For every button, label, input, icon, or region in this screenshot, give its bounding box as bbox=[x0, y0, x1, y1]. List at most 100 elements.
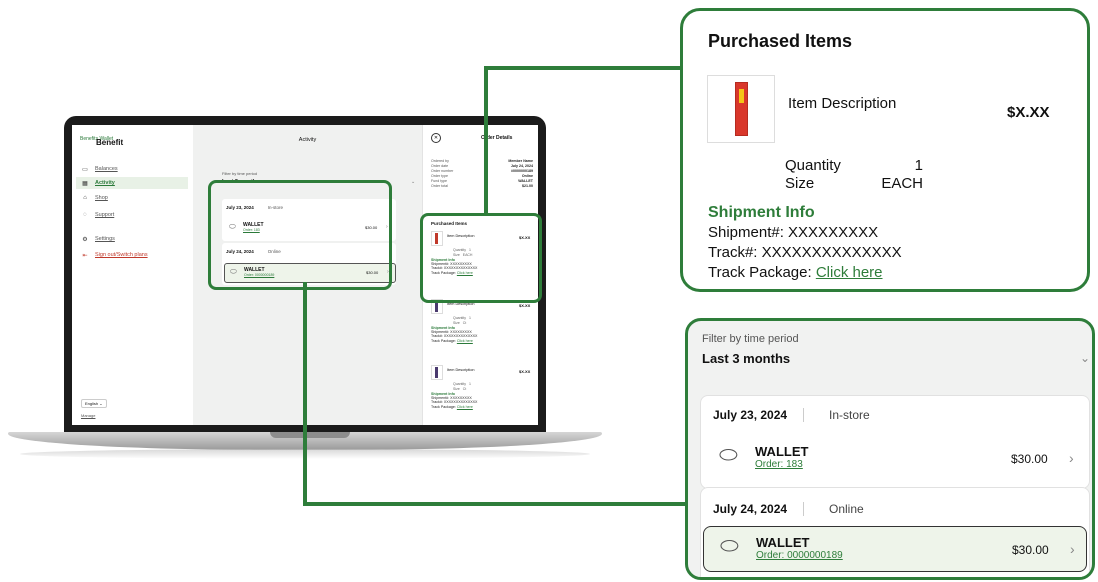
activity-icon: ▦ bbox=[82, 180, 88, 187]
sidebar-item-label: Support bbox=[95, 212, 115, 218]
size-label: Size bbox=[453, 320, 460, 325]
track-number: Track#: XXXXXXXXXXXXXX bbox=[708, 244, 902, 261]
detail-label: Fund type bbox=[431, 179, 447, 183]
order-row[interactable]: ⬭ WALLET Order: 183 $30.00 › bbox=[703, 436, 1085, 480]
size-label: Size bbox=[785, 175, 815, 192]
item-description: Item Description bbox=[447, 368, 475, 372]
track-package-link[interactable]: Click here bbox=[816, 264, 883, 281]
sidebar-item-label: Balances bbox=[95, 166, 118, 172]
sidebar-item-label: Settings bbox=[95, 236, 115, 242]
sidebar-item-label: Shop bbox=[95, 195, 108, 201]
pill-icon: ⬭ bbox=[720, 533, 739, 558]
manage-link[interactable]: Manage bbox=[81, 413, 95, 418]
detail-row: Order total $21.00 bbox=[431, 184, 533, 188]
detail-row: Fund type WALLET bbox=[431, 179, 533, 183]
item-qty-labels: Quantity Size bbox=[785, 157, 841, 193]
close-icon[interactable]: ✕ bbox=[431, 133, 441, 143]
sidebar-item-balances[interactable]: ▭ Balances bbox=[76, 163, 188, 175]
highlight-orders bbox=[208, 180, 392, 290]
shipment-info: Shipment Info Shipment#: XXXXXXXXX Track#:… bbox=[431, 392, 477, 409]
signout-icon: ⇤ bbox=[82, 252, 88, 259]
shop-icon: ⌂ bbox=[83, 195, 87, 201]
order-item-name: WALLET bbox=[755, 444, 809, 459]
purchased-item: Item Description $X.XX Quantity 1 Size Ct… bbox=[431, 365, 537, 425]
brand-name: Benefit bbox=[96, 138, 124, 147]
shipment-title: Shipment Info bbox=[708, 204, 815, 221]
chevron-down-icon[interactable]: ⌄ bbox=[411, 179, 415, 185]
purchased-item: Item Description $X.XX Quantity 1 Size Ct… bbox=[431, 299, 537, 359]
detail-value: #0000000189 bbox=[511, 169, 533, 173]
track-package-link[interactable]: Click here bbox=[457, 405, 473, 409]
detail-value: Member Name bbox=[508, 159, 533, 163]
order-group: July 23, 2024 In-store ⬭ WALLET Order: 18… bbox=[700, 395, 1090, 489]
qty-label: Quantity bbox=[453, 382, 467, 386]
sidebar-item-label: Activity bbox=[95, 180, 115, 186]
order-link[interactable]: Order: 183 bbox=[755, 459, 803, 470]
order-group-header: July 24, 2024 Online bbox=[713, 502, 864, 516]
product-thumbnail bbox=[431, 365, 443, 380]
shipment-info: Shipment Info Shipment#: XXXXXXXXX Track… bbox=[708, 203, 902, 283]
sidebar-item-label: Sign out/Switch plans bbox=[95, 252, 148, 258]
detail-value: July 24, 2024 bbox=[510, 164, 533, 168]
support-icon: ◌ bbox=[83, 212, 87, 218]
order-item-name: WALLET bbox=[756, 535, 810, 550]
detail-label: Order date bbox=[431, 164, 449, 168]
chevron-right-icon: › bbox=[1069, 450, 1074, 466]
detail-value: WALLET bbox=[518, 179, 533, 183]
detail-row: Order date July 24, 2024 bbox=[431, 164, 533, 168]
sidebar-item-activity[interactable]: ▦ Activity bbox=[76, 177, 188, 189]
item-price: $X.XX bbox=[1007, 104, 1050, 121]
detail-value: Online bbox=[521, 174, 533, 178]
detail-row: Order number #0000000189 bbox=[431, 169, 533, 173]
page-title: Activity bbox=[298, 137, 317, 143]
track-package-label: Track Package: bbox=[431, 404, 457, 409]
order-channel: In-store bbox=[829, 408, 870, 422]
item-qty-values: 1 EACH bbox=[873, 157, 923, 193]
filter-label: Filter by time period bbox=[702, 333, 799, 345]
order-date: July 23, 2024 bbox=[713, 408, 788, 422]
order-amount: $30.00 bbox=[1011, 452, 1048, 466]
sidebar-item-settings[interactable]: ⚙ Settings bbox=[76, 233, 188, 245]
detail-row: Order type Online bbox=[431, 174, 533, 178]
settings-icon: ⚙ bbox=[82, 236, 88, 243]
purchased-items-title: Purchased Items bbox=[708, 31, 853, 51]
sidebar-item-support[interactable]: ◌ Support bbox=[76, 209, 188, 221]
item-price: $X.XX bbox=[519, 369, 531, 374]
chevron-right-icon: › bbox=[1070, 541, 1075, 557]
qty-label: Quantity bbox=[453, 316, 467, 320]
filter-label: Filter by time period bbox=[222, 171, 258, 176]
qty-value: 1 bbox=[468, 316, 471, 320]
detail-label: Order total bbox=[431, 184, 448, 188]
shipment-info: Shipment Info Shipment#: XXXXXXXXX Track#:… bbox=[431, 326, 477, 343]
item-description: Item Description bbox=[788, 95, 897, 112]
language-select[interactable]: English ⌄ bbox=[81, 399, 107, 408]
sidebar: Benefits Wallet Benefit ▭ Balances ▦ Activ… bbox=[72, 125, 194, 425]
detail-label: Order number bbox=[431, 169, 454, 173]
sidebar-item-signout[interactable]: ⇤ Sign out/Switch plans bbox=[76, 249, 188, 261]
pill-icon: ⬭ bbox=[719, 442, 738, 467]
size-value: Ct bbox=[462, 386, 467, 391]
detail-label: Order type bbox=[431, 174, 448, 178]
connector-line bbox=[303, 282, 307, 506]
chevron-down-icon[interactable]: ⌄ bbox=[1080, 351, 1090, 365]
size-value: EACH bbox=[881, 175, 923, 192]
connector-line bbox=[484, 66, 488, 216]
highlight-purchased bbox=[420, 213, 542, 303]
size-label: Size bbox=[453, 386, 460, 391]
connector-line bbox=[303, 502, 687, 506]
qty-value: 1 bbox=[468, 382, 471, 386]
order-channel: Online bbox=[829, 502, 864, 516]
laptop-notch bbox=[270, 432, 350, 438]
shipment-number: Shipment#: XXXXXXXXX bbox=[708, 224, 879, 241]
sidebar-item-shop[interactable]: ⌂ Shop bbox=[76, 192, 188, 204]
track-package-link[interactable]: Click here bbox=[457, 339, 473, 343]
detail-label: Ordered by bbox=[431, 159, 449, 163]
zoom-activity-list: Filter by time period Last 3 months ⌄ Ju… bbox=[685, 318, 1095, 580]
order-link[interactable]: Order: 0000000189 bbox=[756, 550, 843, 561]
qty-label: Quantity bbox=[785, 157, 841, 174]
order-group: July 24, 2024 Online ⬭ WALLET Order: 0000… bbox=[700, 487, 1090, 577]
track-package-label: Track Package: bbox=[431, 338, 457, 343]
order-row-selected[interactable]: ⬭ WALLET Order: 0000000189 $30.00 › bbox=[703, 526, 1087, 572]
size-value: Ct bbox=[462, 320, 467, 325]
filter-select[interactable]: Last 3 months bbox=[702, 351, 790, 366]
